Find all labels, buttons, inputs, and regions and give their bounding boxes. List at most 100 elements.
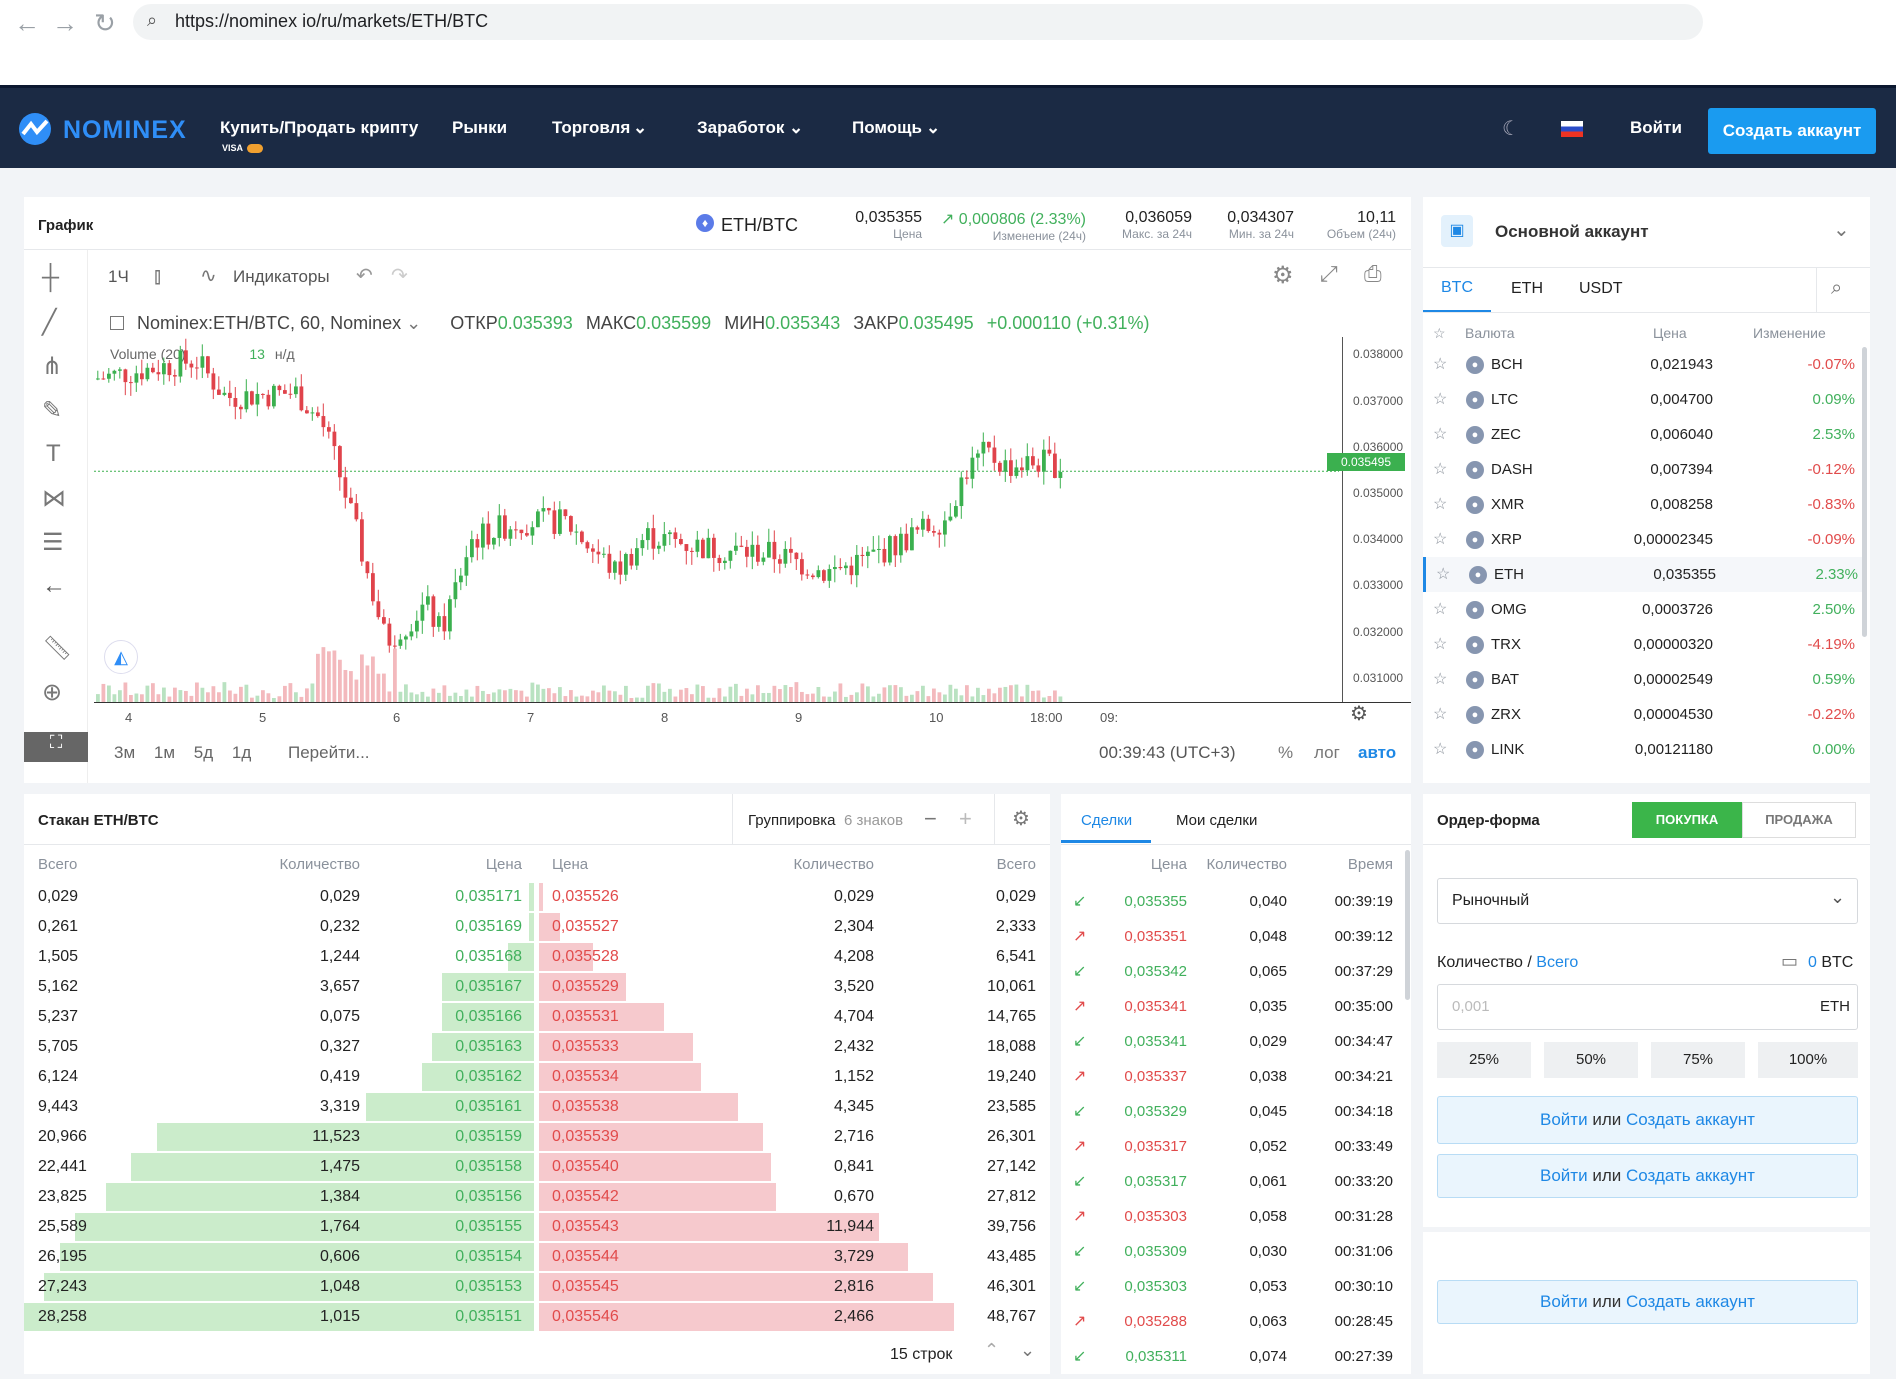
market-row[interactable]: ☆ ● ZRX 0,00004530 -0.22% — [1423, 697, 1863, 732]
ruler-icon[interactable]: 📏︎ — [42, 634, 72, 663]
star-icon[interactable]: ☆ — [1433, 354, 1447, 374]
star-icon[interactable]: ☆ — [1433, 529, 1447, 549]
text-icon[interactable]: T — [46, 440, 61, 468]
star-icon[interactable]: ☆ — [1433, 424, 1447, 444]
orderbook-row[interactable]: 5,162 3,657 0,035167 0,035529 3,520 10,061 — [24, 972, 1050, 1002]
col-price[interactable]: Цена — [1653, 325, 1687, 341]
forward-icon[interactable]: → — [52, 8, 78, 39]
chevron-down-icon[interactable]: ⌄ — [1020, 1340, 1035, 1361]
candles-icon[interactable]: ⫾ — [154, 263, 161, 289]
star-icon[interactable]: ☆ — [1433, 634, 1447, 654]
url-text[interactable]: https://nominex io/ru/markets/ETH/BTC — [175, 11, 488, 32]
goto-button[interactable]: Перейти... — [288, 743, 370, 763]
fib-icon[interactable]: ☰ — [42, 528, 64, 557]
orderbook-row[interactable]: 9,443 3,319 0,035161 0,035538 4,345 23,585 — [24, 1092, 1050, 1122]
total-link[interactable]: Всего — [1536, 954, 1578, 971]
rows-count-select[interactable]: 15 строк — [890, 1346, 952, 1364]
market-row[interactable]: ☆ ● LINK 0,00121180 0.00% — [1423, 732, 1863, 767]
tradingview-logo-icon[interactable]: ◭ — [104, 640, 138, 674]
orderbook-row[interactable]: 27,243 1,048 0,035153 0,035545 2,816 46,301 — [24, 1272, 1050, 1302]
indicators-icon[interactable]: ∿ — [200, 263, 217, 288]
star-icon[interactable]: ☆ — [1436, 564, 1450, 584]
order-type-select[interactable]: Рыночный ⌄ — [1437, 878, 1858, 924]
russian-flag-icon[interactable] — [1561, 121, 1583, 137]
minus-icon[interactable]: − — [924, 806, 937, 832]
chevron-up-icon[interactable]: ⌃ — [984, 1340, 999, 1361]
range-1d[interactable]: 1д — [232, 743, 251, 762]
collapse-icon[interactable] — [110, 316, 124, 330]
orderbook-row[interactable]: 6,124 0,419 0,035162 0,035534 1,152 19,240 — [24, 1062, 1050, 1092]
zoom-in-icon[interactable]: ⊕ — [42, 678, 62, 707]
buy-tab[interactable]: ПОКУПКА — [1632, 802, 1742, 838]
range-3m[interactable]: 3м — [114, 743, 135, 762]
crosshair-icon[interactable]: ┼ — [42, 264, 59, 292]
star-icon[interactable]: ☆ — [1433, 459, 1447, 479]
scrollbar[interactable] — [1405, 850, 1410, 1000]
market-row[interactable]: ☆ ● XRP 0,00002345 -0.09% — [1423, 522, 1863, 557]
login-or-create-button[interactable]: Войти или Создать аккаунт — [1437, 1096, 1858, 1144]
orderbook-row[interactable]: 0,029 0,029 0,035171 0,035526 0,029 0,029 — [24, 882, 1050, 912]
quantity-input[interactable]: 0,001 ETH — [1437, 984, 1858, 1030]
camera-icon[interactable]: ⎙ — [1364, 261, 1382, 287]
star-icon[interactable]: ☆ — [1433, 599, 1447, 619]
nav-buy-sell[interactable]: Купить/Продать крипту — [220, 118, 418, 138]
orderbook-row[interactable]: 5,237 0,075 0,035166 0,035531 4,704 14,765 — [24, 1002, 1050, 1032]
orderbook-row[interactable]: 28,258 1,015 0,035151 0,035546 2,466 48,767 — [24, 1302, 1050, 1332]
interval-button[interactable]: 1Ч — [108, 267, 129, 287]
orderbook-row[interactable]: 5,705 0,327 0,035163 0,035533 2,432 18,088 — [24, 1032, 1050, 1062]
nav-markets[interactable]: Рынки — [452, 118, 507, 138]
plus-icon[interactable]: + — [959, 806, 972, 832]
nav-earnings[interactable]: Заработок — [697, 118, 784, 138]
col-currency[interactable]: Валюта — [1465, 325, 1515, 341]
auto-scale-button[interactable]: авто — [1358, 743, 1396, 763]
search-icon[interactable]: ⌕ — [1831, 277, 1842, 300]
orderbook-row[interactable]: 23,825 1,384 0,035156 0,035542 0,670 27,812 — [24, 1182, 1050, 1212]
market-row[interactable]: ☆ ● DASH 0,007394 -0.12% — [1423, 452, 1863, 487]
log-scale-button[interactable]: лог — [1314, 743, 1340, 763]
logo-text[interactable]: NOMINEX — [63, 116, 187, 145]
orderbook-row[interactable]: 20,966 11,523 0,035159 0,035539 2,716 26,301 — [24, 1122, 1050, 1152]
reload-icon[interactable]: ↻ — [94, 8, 116, 39]
tab-usdt[interactable]: USDT — [1579, 280, 1623, 298]
tab-eth[interactable]: ETH — [1511, 280, 1543, 298]
candlestick-chart[interactable] — [94, 337, 1339, 702]
indicators-button[interactable]: Индикаторы — [233, 267, 330, 287]
moon-icon[interactable]: ☾ — [1502, 116, 1520, 141]
price-axis[interactable]: 0.038000 0.037000 0.036000 0.035000 0.034000… — [1342, 337, 1411, 702]
tab-my-trades[interactable]: Мои сделки — [1176, 812, 1257, 829]
percent-scale-button[interactable]: % — [1278, 743, 1293, 763]
market-row[interactable]: ☆ ● OMG 0,0003726 2.50% — [1423, 592, 1863, 627]
market-row[interactable]: ☆ ● BCH 0,021943 -0.07% — [1423, 347, 1863, 382]
nav-help[interactable]: Помощь — [852, 118, 922, 138]
orderbook-row[interactable]: 25,589 1,764 0,035155 0,035543 11,944 39,756 — [24, 1212, 1050, 1242]
pattern-icon[interactable]: ⋈ — [42, 484, 66, 513]
percent-100-button[interactable]: 100% — [1758, 1042, 1858, 1078]
orderbook-row[interactable]: 0,261 0,232 0,035169 0,035527 2,304 2,333 — [24, 912, 1050, 942]
market-row[interactable]: ☆ ● ZEC 0,006040 2.53% — [1423, 417, 1863, 452]
orderbook-row[interactable]: 1,505 1,244 0,035168 0,035528 4,208 6,541 — [24, 942, 1050, 972]
arrow-left-icon[interactable]: ← — [42, 572, 66, 600]
market-row[interactable]: ☆ ● TRX 0,00000320 -4.19% — [1423, 627, 1863, 662]
trend-line-icon[interactable]: ╱ — [42, 308, 56, 337]
market-row[interactable]: ☆ ● ETH 0,035355 2.33% — [1423, 557, 1863, 592]
undo-icon[interactable]: ↶ — [356, 263, 373, 288]
chevron-down-icon[interactable]: ⌄ — [1833, 217, 1850, 242]
market-row[interactable]: ☆ ● LTC 0,004700 0.09% — [1423, 382, 1863, 417]
back-icon[interactable]: ← — [14, 8, 40, 39]
create-account-button[interactable]: Создать аккаунт — [1708, 108, 1876, 154]
percent-75-button[interactable]: 75% — [1651, 1042, 1745, 1078]
market-row[interactable]: ☆ ● XMR 0,008258 -0.83% — [1423, 487, 1863, 522]
pitchfork-icon[interactable]: ⋔ — [42, 352, 62, 381]
star-icon[interactable]: ☆ — [1433, 739, 1447, 759]
col-change[interactable]: Изменение — [1753, 325, 1826, 341]
settings-icon[interactable]: ⚙ — [1272, 261, 1294, 290]
percent-50-button[interactable]: 50% — [1544, 1042, 1638, 1078]
login-or-create-button[interactable]: Войти или Создать аккаунт — [1437, 1280, 1858, 1324]
percent-25-button[interactable]: 25% — [1437, 1042, 1531, 1078]
range-5d[interactable]: 5д — [194, 743, 213, 762]
range-1m[interactable]: 1м — [154, 743, 175, 762]
market-row[interactable]: ☆ ● BAT 0,00002549 0.59% — [1423, 662, 1863, 697]
tab-btc[interactable]: BTC — [1423, 268, 1491, 312]
settings-icon[interactable]: ⚙ — [1012, 806, 1030, 831]
sell-tab[interactable]: ПРОДАЖА — [1742, 802, 1856, 838]
